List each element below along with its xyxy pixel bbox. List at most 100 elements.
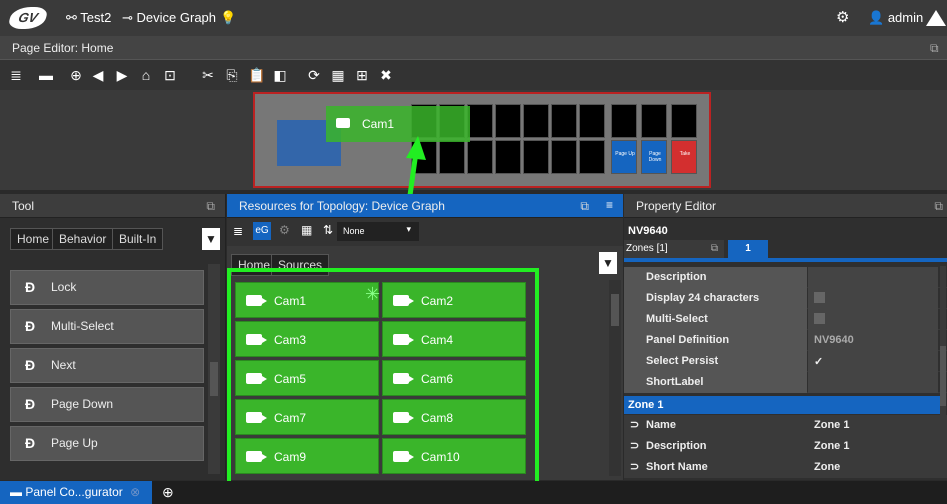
panel-preview[interactable]: Page Up Page Down Take xyxy=(253,92,711,188)
panel-key[interactable] xyxy=(467,104,493,138)
checkbox[interactable] xyxy=(814,313,825,324)
breadcrumb-behavior[interactable]: Behavior xyxy=(52,228,114,250)
panel-key[interactable] xyxy=(495,140,521,174)
filter-dropdown[interactable]: None ▾ xyxy=(337,222,419,241)
undock-icon[interactable]: ⧉ xyxy=(206,199,215,214)
prop-row-description[interactable]: Description xyxy=(624,267,947,288)
add-icon[interactable]: ⊕ xyxy=(68,67,84,83)
resources-scroll-thumb[interactable] xyxy=(611,294,619,326)
list-icon[interactable]: ≣ xyxy=(8,67,24,83)
prop-row-multi-select[interactable]: Multi-Select xyxy=(624,309,947,330)
source-cam10[interactable]: Cam10 xyxy=(382,438,526,474)
fill-icon[interactable]: ◧ xyxy=(272,67,288,83)
source-cam3[interactable]: Cam3 xyxy=(235,321,379,357)
settings-icon[interactable]: ⚙ xyxy=(279,223,290,237)
panel-key[interactable] xyxy=(523,140,549,174)
breadcrumb-home[interactable]: Home xyxy=(10,228,57,250)
checkbox[interactable] xyxy=(814,292,825,303)
zone-row-description[interactable]: ⊃ Description Zone 1 xyxy=(624,436,947,457)
page-up-key[interactable]: Page Up xyxy=(611,140,637,174)
forward-icon[interactable]: ▶ xyxy=(114,67,130,83)
tool-scroll-thumb[interactable] xyxy=(210,362,218,396)
source-cam4[interactable]: Cam4 xyxy=(382,321,526,357)
undock-icon[interactable]: ⧉ xyxy=(930,41,939,56)
paste-icon[interactable]: 📋 xyxy=(248,67,265,83)
page-down-key[interactable]: Page Down xyxy=(641,140,667,174)
source-cam2[interactable]: Cam2 xyxy=(382,282,526,318)
zone-row-short-name[interactable]: ⊃ Short Name Zone xyxy=(624,457,947,478)
breadcrumb-built-in[interactable]: Built-In xyxy=(112,228,164,250)
prop-row-select-persist[interactable]: Select Persist ✓ xyxy=(624,351,947,372)
tool-item-page-down[interactable]: Ð Page Down xyxy=(10,387,204,422)
source-cam7[interactable]: Cam7 xyxy=(235,399,379,435)
undock-icon[interactable]: ⧉ xyxy=(934,199,943,214)
back-icon[interactable]: ◀ xyxy=(90,67,106,83)
close-icon[interactable]: ⊗ xyxy=(130,485,140,499)
source-cam8[interactable]: Cam8 xyxy=(382,399,526,435)
filter-icon[interactable]: ▼ xyxy=(202,228,220,250)
add-tab-icon[interactable]: ⊕ xyxy=(162,484,174,501)
zone-tab-underline xyxy=(624,258,947,262)
page-link-icon[interactable]: ⊡ xyxy=(162,67,178,83)
props-scrollbar[interactable] xyxy=(940,266,946,478)
panel-key[interactable] xyxy=(467,140,493,174)
lightbulb-icon[interactable]: 💡 xyxy=(220,10,236,26)
prop-row-display-24[interactable]: Display 24 characters xyxy=(624,288,947,309)
take-key[interactable]: Take xyxy=(671,140,697,174)
tool-item-page-up[interactable]: Ð Page Up xyxy=(10,426,204,461)
panel-key[interactable] xyxy=(495,104,521,138)
warning-icon[interactable] xyxy=(926,10,946,26)
undock-icon[interactable]: ⧉ xyxy=(580,199,589,214)
home-icon[interactable]: ⌂ xyxy=(138,67,154,83)
checkmark-icon: ✓ xyxy=(814,356,824,368)
panel-key[interactable] xyxy=(611,104,637,138)
prop-row-panel-definition[interactable]: Panel Definition NV9640 xyxy=(624,330,947,351)
source-cam6[interactable]: Cam6 xyxy=(382,360,526,396)
filter-icon[interactable]: ▼ xyxy=(599,252,617,274)
list-view-icon[interactable]: ≣ xyxy=(233,224,243,238)
undock-icon[interactable]: ⧉ xyxy=(711,243,718,254)
panel-key[interactable] xyxy=(579,140,605,174)
source-cam9[interactable]: Cam9 xyxy=(235,438,379,474)
panel-key[interactable] xyxy=(551,104,577,138)
panel-key[interactable] xyxy=(523,104,549,138)
layout-icon[interactable]: ⊞ xyxy=(354,67,370,83)
panel-key[interactable] xyxy=(641,104,667,138)
resources-toolbar: ≣ eG ⚙ ▦ ⇅ None ▾ xyxy=(227,218,623,246)
cut-icon[interactable]: ✂ xyxy=(200,67,216,83)
panel-key[interactable] xyxy=(551,140,577,174)
zone-section-header[interactable]: Zone 1 xyxy=(624,396,942,414)
grid-icon[interactable]: ▦ xyxy=(330,67,346,83)
gear-icon[interactable]: ⚙ xyxy=(836,8,849,26)
tiles-icon[interactable]: ▦ xyxy=(301,223,312,237)
user-menu[interactable]: 👤 admin xyxy=(868,10,923,26)
zone-row-name[interactable]: ⊃ Name Zone 1 xyxy=(624,415,947,436)
panel-key[interactable] xyxy=(439,140,465,174)
tool-item-lock[interactable]: Ð Lock xyxy=(10,270,204,305)
zone-tab-1[interactable]: 1 xyxy=(728,240,768,258)
refresh-icon[interactable]: ⟳ xyxy=(306,67,322,83)
click-indicator-icon: ✳ xyxy=(365,284,381,304)
resources-scrollbar[interactable] xyxy=(609,280,621,476)
copy-icon[interactable]: ⎘ xyxy=(224,67,240,83)
tool-item-next[interactable]: Ð Next xyxy=(10,348,204,383)
props-scroll-thumb[interactable] xyxy=(940,346,946,406)
gv-logo[interactable]: GV xyxy=(7,7,49,29)
source-cam5[interactable]: Cam5 xyxy=(235,360,379,396)
prop-row-shortlabel[interactable]: ShortLabel xyxy=(624,372,947,393)
source-cam1[interactable]: Cam1 xyxy=(235,282,379,318)
tool-item-multi-select[interactable]: Ð Multi-Select xyxy=(10,309,204,344)
graph-view-icon[interactable]: eG xyxy=(253,222,271,240)
camera-icon xyxy=(393,295,414,306)
menu-icon[interactable]: ≡ xyxy=(606,198,613,212)
panel-key[interactable] xyxy=(579,104,605,138)
tool-panel-header: Tool ⧉ xyxy=(0,194,225,218)
zones-list[interactable]: Zones [1] ⧉ xyxy=(624,240,724,258)
device-graph-link[interactable]: ⊸ Device Graph xyxy=(122,10,216,26)
sort-icon[interactable]: ⇅ xyxy=(323,223,333,237)
keyboard-icon[interactable]: ▬ xyxy=(38,67,54,83)
panel-key[interactable] xyxy=(671,104,697,138)
tab-panel-configurator[interactable]: ▬ Panel Co...gurator ⊗ xyxy=(0,481,152,504)
clear-icon[interactable]: ✖ xyxy=(378,67,394,83)
network-selector[interactable]: ⚯ Test2 xyxy=(66,10,111,26)
